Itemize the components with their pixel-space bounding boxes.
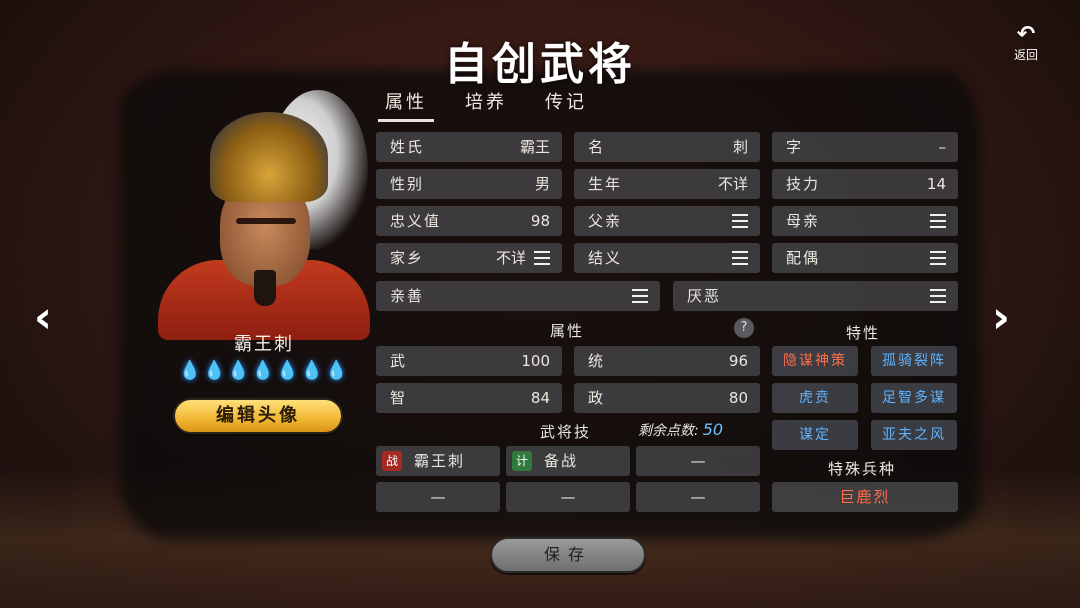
traits-header: 特性: [846, 324, 881, 342]
prev-arrow-icon[interactable]: ‹: [28, 296, 58, 342]
father-field[interactable]: 父亲: [574, 206, 760, 236]
birth-year-field[interactable]: 生年 不详: [574, 169, 760, 199]
surname-label: 姓氏: [390, 138, 425, 156]
given-name-value: 刺: [732, 138, 748, 156]
courtesy-name-field[interactable]: 字 –: [772, 132, 958, 162]
tab-training[interactable]: 培养: [462, 88, 510, 118]
remaining-points-value: 50: [702, 420, 724, 439]
given-name-field[interactable]: 名 刺: [574, 132, 760, 162]
trait-item[interactable]: 谋定: [772, 420, 858, 450]
intellect-label: 智: [390, 389, 408, 407]
next-arrow-icon[interactable]: ›: [986, 296, 1016, 342]
skill-slot[interactable]: —: [636, 446, 760, 476]
menu-icon[interactable]: [930, 214, 946, 228]
star-rating: 💧💧💧💧💧💧💧: [178, 360, 350, 381]
mother-label: 母亲: [786, 212, 821, 230]
skill-slot[interactable]: 计 备战: [506, 446, 630, 476]
tab-attributes[interactable]: 属性: [378, 88, 434, 122]
command-label: 统: [588, 352, 606, 370]
remaining-points: 剩余点数: 50: [638, 420, 723, 440]
intellect-stat[interactable]: 智 84: [376, 383, 562, 413]
back-button[interactable]: ↶ 返回: [1004, 24, 1048, 68]
back-icon: ↶: [1016, 22, 1036, 47]
war-label: 武: [390, 352, 408, 370]
menu-icon[interactable]: [930, 289, 946, 303]
trait-item[interactable]: 虎贲: [772, 383, 858, 413]
gender-label: 性别: [390, 175, 425, 193]
menu-icon[interactable]: [732, 251, 748, 265]
sworn-sibling-label: 结义: [588, 249, 623, 267]
father-label: 父亲: [588, 212, 623, 230]
tab-biography[interactable]: 传记: [542, 88, 590, 118]
menu-icon[interactable]: [632, 289, 648, 303]
dislikes-label: 厌恶: [687, 287, 722, 305]
menu-icon[interactable]: [732, 214, 748, 228]
save-button[interactable]: 保存: [490, 537, 646, 573]
special-troop-value[interactable]: 巨鹿烈: [772, 482, 958, 512]
war-skill-badge: 战: [382, 451, 402, 471]
strategy-skill-badge: 计: [512, 451, 532, 471]
spouse-field[interactable]: 配偶: [772, 243, 958, 273]
empty-skill: —: [690, 452, 706, 470]
given-name-label: 名: [588, 138, 606, 156]
help-icon[interactable]: ?: [734, 318, 754, 338]
attributes-header: 属性: [550, 322, 585, 340]
trait-item[interactable]: 足智多谋: [871, 383, 957, 413]
courtesy-name-label: 字: [786, 138, 804, 156]
empty-skill: —: [430, 488, 446, 506]
skill-power-label: 技力: [786, 175, 821, 193]
skill-slot[interactable]: 战 霸王刺: [376, 446, 500, 476]
skill-power-field[interactable]: 技力 14: [772, 169, 958, 199]
command-stat[interactable]: 统 96: [574, 346, 760, 376]
surname-value: 霸王: [519, 138, 550, 156]
command-value: 96: [728, 352, 748, 370]
courtesy-name-value: –: [938, 138, 947, 156]
hometown-value: 不详: [495, 249, 526, 267]
empty-skill: —: [560, 488, 576, 506]
hero-name: 霸王刺: [234, 334, 294, 355]
loyalty-field[interactable]: 忠义值 98: [376, 206, 562, 236]
skills-header: 武将技: [540, 423, 592, 441]
menu-icon[interactable]: [930, 251, 946, 265]
skill-slot[interactable]: —: [376, 482, 500, 512]
trait-item[interactable]: 隐谋神策: [772, 346, 858, 376]
dislikes-field[interactable]: 厌恶: [673, 281, 958, 311]
birth-year-value: 不详: [717, 175, 748, 193]
hometown-label: 家乡: [390, 249, 425, 267]
edit-avatar-button[interactable]: 编辑头像: [173, 398, 343, 434]
special-troop-header: 特殊兵种: [828, 460, 897, 478]
birth-year-label: 生年: [588, 175, 623, 193]
surname-field[interactable]: 姓氏 霸王: [376, 132, 562, 162]
politics-stat[interactable]: 政 80: [574, 383, 760, 413]
hometown-field[interactable]: 家乡 不详: [376, 243, 562, 273]
war-stat[interactable]: 武 100: [376, 346, 562, 376]
gender-value: 男: [534, 175, 550, 193]
skill-slot[interactable]: —: [636, 482, 760, 512]
likes-field[interactable]: 亲善: [376, 281, 660, 311]
remaining-points-label: 剩余点数:: [638, 423, 699, 439]
war-value: 100: [521, 352, 550, 370]
trait-item[interactable]: 亚夫之风: [871, 420, 957, 450]
page-title: 自创武将: [444, 39, 636, 90]
skill-name: 霸王刺: [414, 452, 466, 470]
menu-icon[interactable]: [534, 251, 550, 265]
spouse-label: 配偶: [786, 249, 821, 267]
back-label: 返回: [1013, 48, 1038, 62]
gender-field[interactable]: 性别 男: [376, 169, 562, 199]
trait-item[interactable]: 孤骑裂阵: [871, 346, 957, 376]
sworn-sibling-field[interactable]: 结义: [574, 243, 760, 273]
hero-portrait: [158, 90, 370, 340]
empty-skill: —: [690, 488, 706, 506]
intellect-value: 84: [530, 389, 550, 407]
skill-power-value: 14: [926, 175, 946, 193]
politics-value: 80: [728, 389, 748, 407]
skill-name: 备战: [544, 452, 579, 470]
loyalty-value: 98: [530, 212, 550, 230]
politics-label: 政: [588, 389, 606, 407]
mother-field[interactable]: 母亲: [772, 206, 958, 236]
likes-label: 亲善: [390, 287, 425, 305]
loyalty-label: 忠义值: [390, 212, 442, 230]
skill-slot[interactable]: —: [506, 482, 630, 512]
